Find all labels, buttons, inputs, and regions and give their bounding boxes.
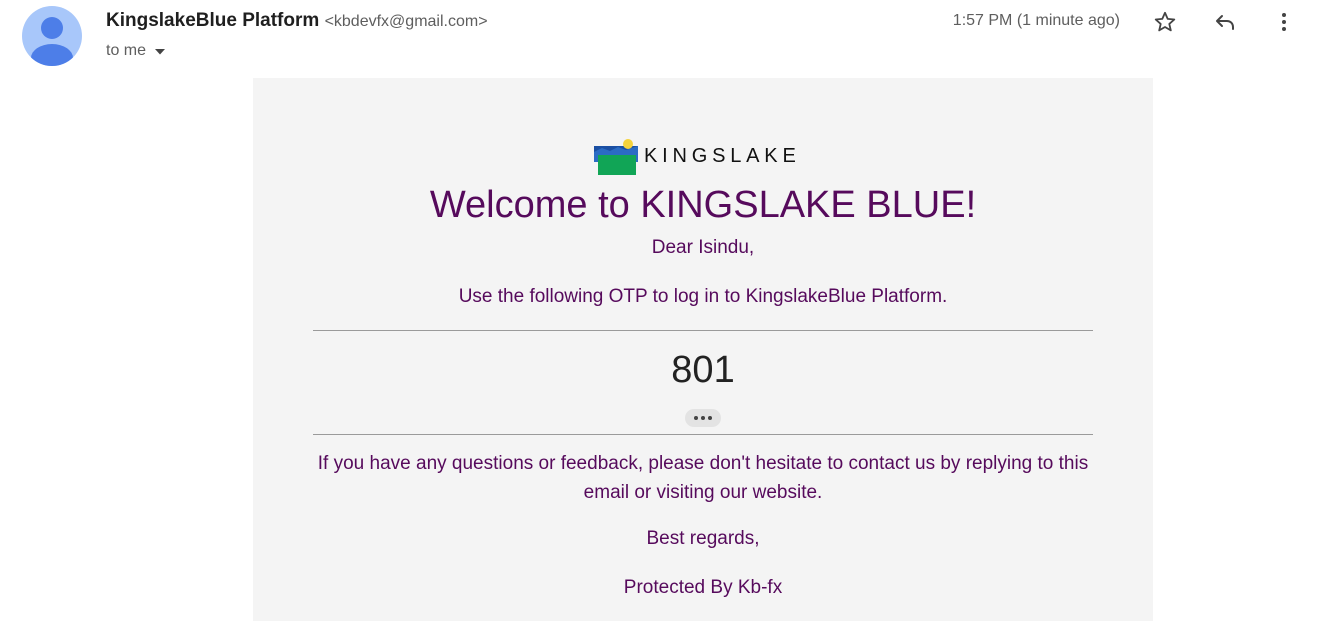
message-timestamp: 1:57 PM (1 minute ago) <box>952 12 1120 29</box>
reply-button[interactable] <box>1207 5 1243 39</box>
recipient-toggle[interactable]: to me <box>106 41 166 61</box>
greeting-text: Dear Isindu, <box>651 237 755 258</box>
sender-line: KingslakeBlue Platform <kbdevfx@gmail.co… <box>106 9 488 34</box>
email-body-card: KINGSLAKE Welcome to KINGSLAKE BLUE! Dea… <box>253 78 1153 621</box>
caret-down-icon <box>155 49 166 55</box>
welcome-heading: Welcome to KINGSLAKE BLUE! <box>429 184 977 226</box>
footer-text: Protected By Kb-fx <box>623 577 783 598</box>
instruction-text: Use the following OTP to log in to Kings… <box>458 286 948 307</box>
ellipsis-dot <box>708 416 712 420</box>
reply-arrow-icon <box>1216 15 1234 30</box>
ellipsis-dot <box>694 416 698 420</box>
contact-text: If you have any questions or feedback, p… <box>317 453 1089 503</box>
divider <box>313 330 1093 331</box>
divider <box>313 434 1093 435</box>
kingslake-logo: KINGSLAKE <box>594 136 801 176</box>
logo-wordmark: KINGSLAKE <box>644 144 801 167</box>
sign-off: Best regards, <box>646 528 760 549</box>
recipient-label: to me <box>106 42 147 59</box>
more-options-button[interactable] <box>1266 5 1302 39</box>
star-button[interactable] <box>1147 5 1183 39</box>
person-avatar-icon <box>31 17 73 66</box>
sender-name[interactable]: KingslakeBlue Platform <box>106 10 319 31</box>
sender-email: <kbdevfx@gmail.com> <box>324 13 488 30</box>
star-outline-icon <box>1154 11 1176 32</box>
vertical-dots-icon <box>1282 13 1286 31</box>
kingslake-logo-icon <box>594 139 638 175</box>
ellipsis-dot <box>701 416 705 420</box>
show-trimmed-content-button[interactable] <box>685 409 721 427</box>
otp-code: 801 <box>671 349 735 391</box>
sender-avatar[interactable] <box>22 6 82 66</box>
